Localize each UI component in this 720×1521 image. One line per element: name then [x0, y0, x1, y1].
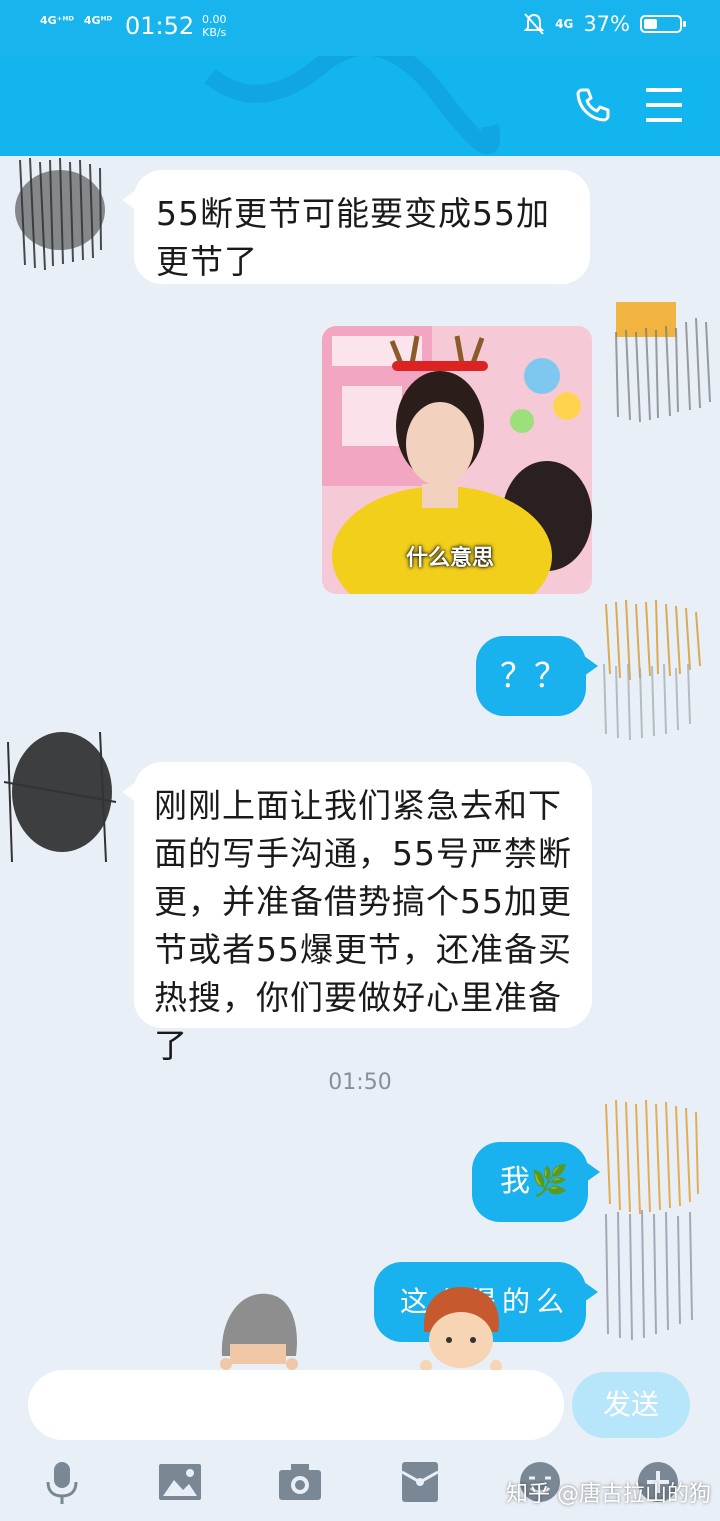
speed-value: 0.00 [202, 13, 227, 26]
status-right: 4G 37% [523, 12, 686, 36]
network-1: 4G⁺ᴴᴰ [40, 14, 75, 27]
battery-icon [640, 15, 686, 33]
image-caption: 什么意思 [406, 546, 495, 571]
network-3: 4G [555, 17, 574, 31]
camera-icon[interactable] [276, 1458, 324, 1506]
avatar-self[interactable] [598, 1094, 706, 1344]
sticker-character-gray [220, 1293, 298, 1370]
image-message[interactable]: 什么意思 [322, 326, 592, 594]
speed-unit: KB/s [202, 26, 227, 39]
message-input[interactable] [28, 1370, 564, 1440]
scribble-overlay [204, 56, 500, 155]
microphone-icon[interactable] [38, 1458, 86, 1506]
avatar-contact[interactable] [0, 722, 120, 872]
status-time: 01:52 [125, 12, 195, 40]
red-packet-icon[interactable] [396, 1458, 444, 1506]
sticker-character-redhead [420, 1287, 502, 1370]
avatar-self[interactable] [606, 292, 720, 426]
image-icon[interactable] [156, 1458, 204, 1506]
message-bubble-outgoing[interactable]: 我🌿 [472, 1142, 600, 1222]
message-bubble-outgoing[interactable]: ？？ [476, 636, 598, 716]
menu-icon[interactable] [646, 88, 682, 122]
bell-muted-icon [523, 13, 545, 35]
avatar-contact[interactable] [5, 150, 117, 275]
phone-icon[interactable] [574, 86, 612, 124]
network-speed: 0.00 KB/s [202, 13, 227, 39]
network-indicators: 4G⁺ᴴᴰ 4Gᴴᴰ [40, 14, 118, 27]
battery-percent: 37% [583, 12, 630, 36]
network-2: 4Gᴴᴰ [83, 14, 113, 27]
status-bar: 4G⁺ᴴᴰ 4Gᴴᴰ 01:52 0.00 KB/s 4G 37% [0, 0, 720, 56]
send-button[interactable]: 发送 [572, 1372, 690, 1438]
avatar-self[interactable] [596, 594, 720, 744]
message-bubble-incoming[interactable]: 刚刚上面让我们紧急去和下面的写手沟通，55号严禁断更，并准备借势搞个55加更节或… [122, 762, 592, 1065]
message-bubble-incoming[interactable]: 55断更节可能要变成55加更节了 [122, 170, 590, 284]
message-timestamp: 01:50 [328, 1070, 392, 1095]
chat-header [0, 56, 720, 156]
watermark: 知乎 @唐古拉山的狗 [506, 1482, 711, 1507]
